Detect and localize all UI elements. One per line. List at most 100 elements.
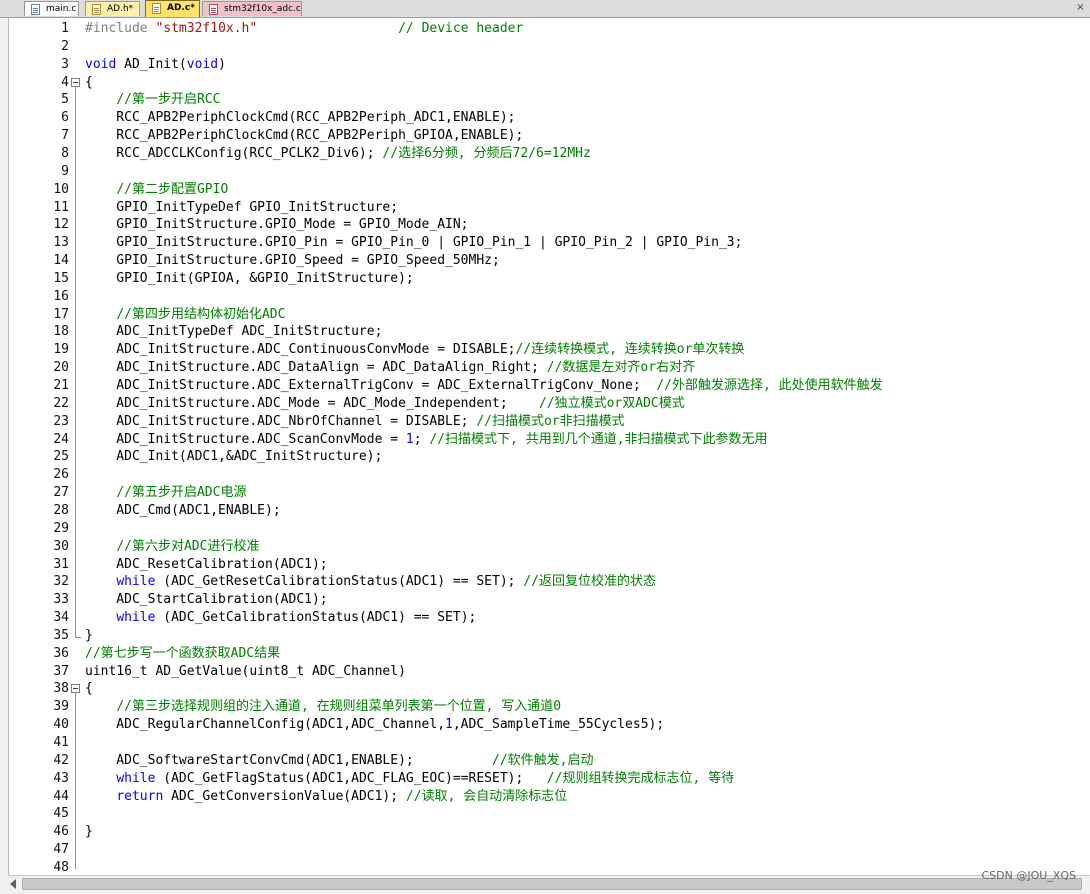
code-line[interactable]: RCC_ADCCLKConfig(RCC_PCLK2_Div6); //选择6分…: [85, 145, 591, 163]
line-number: 19: [53, 342, 69, 358]
fold-collapse-icon[interactable]: [71, 77, 80, 87]
code-line[interactable]: GPIO_InitStructure.GPIO_Mode = GPIO_Mode…: [85, 216, 468, 234]
code-token: //选择6分频, 分频后72/6=12MHz: [382, 145, 591, 161]
code-line[interactable]: ADC_Init(ADC1,&ADC_InitStructure);: [85, 448, 382, 466]
code-token: {: [85, 681, 93, 697]
line-number: 39: [53, 699, 69, 715]
code-token: ADC_GetConversionValue(ADC1);: [163, 788, 406, 804]
code-line[interactable]: RCC_APB2PeriphClockCmd(RCC_APB2Periph_GP…: [85, 127, 523, 145]
code-line[interactable]: {: [85, 74, 93, 92]
code-line[interactable]: GPIO_InitTypeDef GPIO_InitStructure;: [85, 199, 398, 217]
code-line[interactable]: //第六步对ADC进行校准: [85, 538, 259, 556]
code-token: (ADC_GetCalibrationStatus(ADC1) == SET);: [155, 610, 477, 626]
code-token: 1: [445, 717, 453, 733]
line-number: 11: [53, 199, 69, 215]
code-token: //第七步写一个函数获取ADC结果: [85, 645, 281, 661]
code-line[interactable]: ADC_Cmd(ADC1,ENABLE);: [85, 502, 281, 520]
line-number: 5: [61, 92, 69, 108]
code-line[interactable]: while (ADC_GetFlagStatus(ADC1,ADC_FLAG_E…: [85, 770, 734, 788]
code-token: ;: [413, 431, 430, 447]
code-line[interactable]: //第三步选择规则组的注入通道, 在规则组菜单列表第一个位置, 写入通道0: [85, 698, 561, 716]
scrollbar-thumb[interactable]: [22, 878, 1082, 890]
code-token: ADC_ResetCalibration(ADC1);: [85, 556, 328, 572]
line-number: 47: [53, 842, 69, 858]
code-token: "stm32f10x.h": [155, 21, 258, 36]
code-line[interactable]: GPIO_InitStructure.GPIO_Pin = GPIO_Pin_0…: [85, 234, 742, 252]
line-number: 17: [53, 306, 69, 322]
code-token: RCC_APB2PeriphClockCmd(RCC_APB2Periph_AD…: [85, 110, 516, 126]
fold-collapse-icon[interactable]: [71, 684, 80, 694]
code-area[interactable]: #include "stm32f10x.h" // Device header v…: [85, 18, 1090, 875]
code-line[interactable]: #include "stm32f10x.h" // Device header: [85, 20, 523, 38]
code-line[interactable]: ADC_InitStructure.ADC_ContinuousConvMode…: [85, 341, 744, 359]
code-line[interactable]: GPIO_InitStructure.GPIO_Speed = GPIO_Spe…: [85, 252, 500, 270]
code-token: ADC_InitStructure.ADC_ExternalTrigConv =…: [85, 378, 657, 393]
code-token: //连续转换模式, 连续转换or单次转换: [515, 342, 745, 358]
code-line[interactable]: ADC_StartCalibration(ADC1);: [85, 591, 327, 609]
code-line[interactable]: //第四步用结构体初始化ADC: [85, 306, 285, 324]
code-token: //返回复位校准的状态: [523, 574, 656, 590]
code-line[interactable]: return ADC_GetConversionValue(ADC1); //读…: [85, 788, 567, 806]
code-token: ADC_Cmd(ADC1,ENABLE);: [85, 502, 281, 518]
code-line[interactable]: ADC_InitStructure.ADC_DataAlign = ADC_Da…: [85, 359, 695, 377]
line-number: 28: [53, 502, 69, 518]
code-token: GPIO_InitStructure.GPIO_Speed = GPIO_Spe…: [85, 253, 500, 269]
code-line[interactable]: void AD_Init(void): [85, 56, 226, 74]
code-token: //第四步用结构体初始化ADC: [116, 306, 286, 322]
tab-ad-h[interactable]: AD.h*: [85, 1, 140, 16]
tab-main-c[interactable]: main.c: [24, 1, 79, 16]
code-line[interactable]: while (ADC_GetResetCalibrationStatus(ADC…: [85, 573, 656, 591]
code-line[interactable]: //第二步配置GPIO: [85, 181, 228, 199]
line-number: 16: [53, 288, 69, 304]
code-line[interactable]: uint16_t AD_GetValue(uint8_t ADC_Channel…: [85, 663, 406, 681]
code-token: //扫描模式or非扫描模式: [476, 413, 625, 429]
code-line[interactable]: ADC_InitStructure.ADC_Mode = ADC_Mode_In…: [85, 395, 684, 413]
code-line[interactable]: }: [85, 823, 93, 841]
line-number: 15: [53, 270, 69, 286]
code-line[interactable]: while (ADC_GetCalibrationStatus(ADC1) ==…: [85, 609, 476, 627]
c-file-icon: [209, 4, 218, 15]
line-number: 45: [53, 806, 69, 822]
line-number: 7: [61, 128, 69, 144]
code-line[interactable]: ADC_SoftwareStartConvCmd(ADC1,ENABLE); /…: [85, 752, 593, 770]
code-line[interactable]: RCC_APB2PeriphClockCmd(RCC_APB2Periph_AD…: [85, 109, 515, 127]
line-number: 29: [53, 520, 69, 536]
code-line[interactable]: ADC_InitStructure.ADC_ScanConvMode = 1; …: [85, 431, 767, 449]
horizontal-scrollbar[interactable]: [8, 875, 1090, 893]
fold-margin[interactable]: [70, 18, 83, 875]
code-token: (ADC_GetResetCalibrationStatus(ADC1) == …: [155, 574, 524, 590]
line-number: 46: [53, 824, 69, 840]
tab-ad-c-active[interactable]: AD.c*: [145, 0, 200, 17]
code-token: void: [186, 56, 219, 72]
code-line[interactable]: }: [85, 627, 93, 645]
code-line[interactable]: {: [85, 680, 93, 698]
code-token: //第一步开启RCC: [116, 92, 221, 108]
tab-stm32f10x-adc-c[interactable]: stm32f10x_adc.c: [202, 1, 302, 16]
line-number: 18: [53, 324, 69, 340]
code-line[interactable]: ADC_InitStructure.ADC_NbrOfChannel = DIS…: [85, 413, 625, 431]
line-number: 25: [53, 449, 69, 465]
code-editor[interactable]: 1 2 3 4 5 6 7 8 9 10 11 12 13 14 15 16 17 18 19 20 21 22 23 24 2…: [8, 18, 1090, 875]
code-line[interactable]: ADC_ResetCalibration(ADC1);: [85, 556, 328, 574]
line-number: 13: [53, 235, 69, 251]
code-line[interactable]: //第一步开启RCC: [85, 91, 220, 109]
code-token: RCC_ADCCLKConfig(RCC_PCLK2_Div6);: [85, 145, 383, 161]
code-token: (ADC_GetFlagStatus(ADC1,ADC_FLAG_EOC)==R…: [155, 770, 547, 786]
fold-guide-line: [75, 693, 76, 869]
code-line[interactable]: ADC_InitStructure.ADC_ExternalTrigConv =…: [85, 377, 882, 395]
code-line[interactable]: ADC_RegularChannelConfig(ADC1,ADC_Channe…: [85, 716, 664, 734]
close-icon[interactable]: ×: [1074, 1, 1087, 15]
code-token: //规则组转换完成标志位, 等待: [546, 770, 735, 786]
code-token: RCC_APB2PeriphClockCmd(RCC_APB2Periph_GP…: [85, 128, 524, 144]
code-line[interactable]: //第五步开启ADC电源: [85, 484, 246, 502]
code-line[interactable]: GPIO_Init(GPIOA, &GPIO_InitStructure);: [85, 270, 413, 288]
code-token: 1: [405, 431, 414, 447]
code-line[interactable]: ADC_InitTypeDef ADC_InitStructure;: [85, 323, 382, 341]
code-line[interactable]: //第七步写一个函数获取ADC结果: [85, 645, 280, 663]
code-token: //第三步选择规则组的注入通道, 在规则组菜单列表第一个位置, 写入通道0: [116, 699, 562, 715]
line-number: 36: [53, 645, 69, 661]
scroll-left-arrow-icon[interactable]: [10, 879, 16, 889]
